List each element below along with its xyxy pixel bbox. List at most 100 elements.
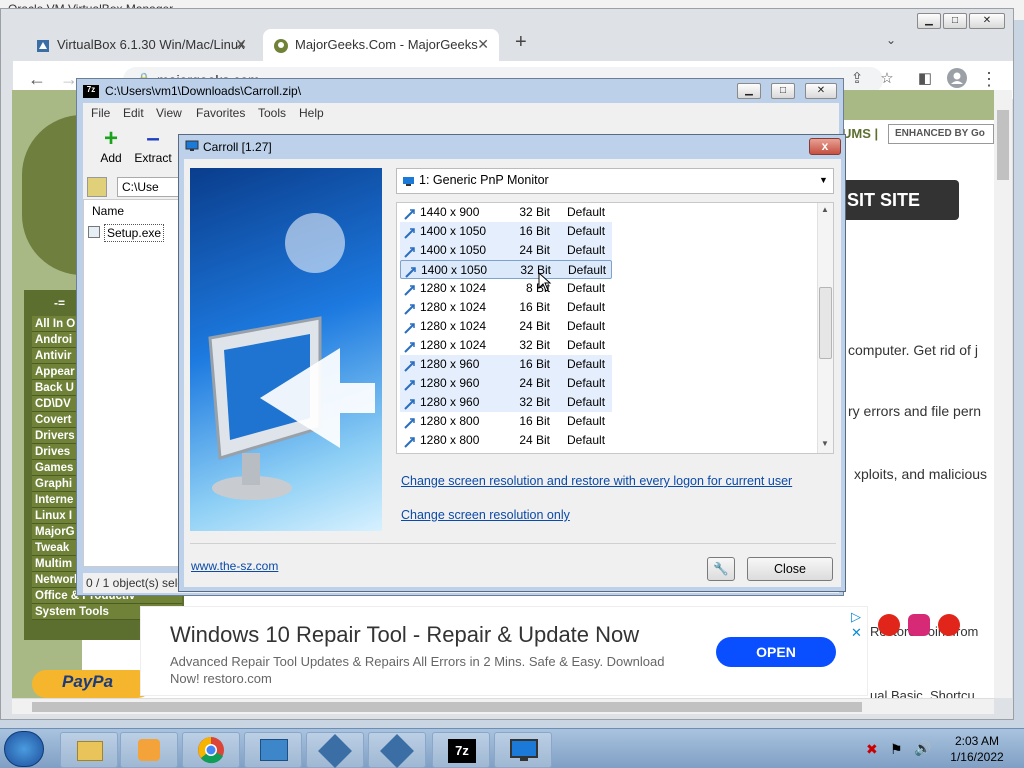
resize-icon: [404, 207, 415, 220]
profile-avatar[interactable]: [945, 68, 969, 92]
scroll-up-arrow-icon[interactable]: ▲: [821, 205, 829, 214]
social-icons: [878, 614, 988, 636]
close-tab-icon[interactable]: ✕: [477, 36, 489, 53]
virtualbox-taskbar-button[interactable]: [368, 732, 426, 768]
resolution-row-selected[interactable]: 1400 x 1050 32 Bit Default: [400, 260, 612, 279]
back-icon[interactable]: ←: [25, 68, 49, 92]
menu-tools[interactable]: Tools: [258, 106, 286, 120]
resolution-row[interactable]: 1400 x 1050 16 Bit Default: [400, 222, 612, 241]
maximize-button[interactable]: □: [771, 83, 795, 99]
color-depth: 32 Bit: [519, 395, 550, 409]
instagram-icon[interactable]: [908, 614, 930, 636]
menu-kebab-icon[interactable]: ⋮: [977, 68, 1001, 92]
carroll-taskbar-button[interactable]: [494, 732, 552, 768]
minus-icon: –: [146, 125, 160, 152]
explorer-taskbar-button[interactable]: [60, 732, 118, 768]
ad-banner[interactable]: Windows 10 Repair Tool - Repair & Update…: [140, 606, 868, 696]
site-search-input[interactable]: ENHANCED BY Go: [888, 124, 994, 144]
ad-title[interactable]: Windows 10 Repair Tool - Repair & Update…: [170, 622, 639, 648]
resolution-value: 1400 x 1050: [421, 263, 488, 277]
page-scrollbar[interactable]: [994, 90, 1012, 698]
resolution-list[interactable]: 1440 x 900 32 Bit Default 1400 x 1050 16 Bi…: [396, 202, 834, 454]
resolution-row[interactable]: 1280 x 1024 16 Bit Default: [400, 298, 612, 317]
paypal-logo[interactable]: PayPa: [32, 670, 152, 698]
action-center-icon[interactable]: ⚑: [890, 741, 903, 758]
start-button[interactable]: [4, 731, 44, 767]
tab-majorgeeks[interactable]: MajorGeeks.Com - MajorGeeks ✕: [263, 29, 499, 61]
up-folder-icon[interactable]: [87, 177, 107, 197]
visit-site-button[interactable]: ISIT SITE: [842, 180, 959, 220]
volume-icon[interactable]: 🔊: [914, 740, 931, 757]
horizontal-scrollbar[interactable]: [12, 698, 994, 714]
close-icon[interactable]: x: [809, 138, 841, 155]
resize-icon: [404, 416, 415, 429]
close-button[interactable]: ✕: [805, 83, 837, 99]
tab-virtualbox[interactable]: VirtualBox 6.1.30 Win/Mac/Linux ✕: [25, 29, 257, 61]
resolution-value: 1280 x 800: [420, 433, 480, 447]
new-tab-button[interactable]: +: [515, 31, 527, 54]
menu-view[interactable]: View: [156, 106, 182, 120]
minimize-button[interactable]: ▁: [917, 13, 941, 29]
menu-edit[interactable]: Edit: [123, 106, 144, 120]
forums-link[interactable]: UMS |: [842, 126, 878, 141]
menu-favorites[interactable]: Favorites: [196, 106, 245, 120]
youtube-icon[interactable]: [878, 614, 900, 636]
resolution-row[interactable]: 1280 x 1024 24 Bit Default: [400, 317, 612, 336]
clock[interactable]: 2:03 AM 1/16/2022: [942, 733, 1012, 765]
resolution-row[interactable]: 1280 x 800 24 Bit Default: [400, 431, 612, 450]
extract-button[interactable]: – Extract: [131, 125, 175, 166]
resolution-value: 1280 x 960: [420, 376, 480, 390]
ad-close-icon[interactable]: ▷ ✕: [851, 609, 867, 641]
tab-title: MajorGeeks.Com - MajorGeeks: [295, 37, 478, 52]
resolution-row[interactable]: 1280 x 1024 32 Bit Default: [400, 336, 612, 355]
settings-wrench-button[interactable]: 🔧: [707, 557, 735, 581]
add-button[interactable]: + Add: [91, 127, 131, 166]
resolution-row[interactable]: 1280 x 800 16 Bit Default: [400, 412, 612, 431]
scroll-down-arrow-icon[interactable]: ▼: [821, 439, 829, 448]
website-link[interactable]: www.the-sz.com: [191, 559, 278, 573]
close-tab-icon[interactable]: ✕: [235, 36, 247, 53]
share-icon[interactable]: ⇪: [845, 68, 869, 92]
ad-open-button[interactable]: OPEN: [716, 637, 836, 667]
7zip-taskbar-button[interactable]: 7z: [432, 732, 490, 768]
network-warning-icon[interactable]: ✖: [866, 741, 878, 758]
column-header-name[interactable]: Name: [92, 204, 124, 218]
resolution-row[interactable]: 1440 x 900 32 Bit Default: [400, 203, 612, 222]
change-resolution-only-link[interactable]: Change screen resolution only: [401, 508, 570, 522]
scroll-thumb[interactable]: [32, 702, 862, 712]
ad-description: Advanced Repair Tool Updates & Repairs A…: [170, 654, 665, 686]
scroll-thumb[interactable]: [997, 110, 1009, 180]
close-button[interactable]: ✕: [969, 13, 1005, 29]
change-resolution-restore-link[interactable]: Change screen resolution and restore wit…: [401, 474, 792, 488]
resolution-value: 1280 x 960: [420, 395, 480, 409]
chrome-taskbar-button[interactable]: [182, 732, 240, 768]
tab-search-icon[interactable]: ⌄: [886, 33, 896, 47]
resolution-row[interactable]: 1280 x 960 16 Bit Default: [400, 355, 612, 374]
youtube-icon[interactable]: [938, 614, 960, 636]
menu-file[interactable]: File: [91, 106, 110, 120]
monitor-icon: [510, 739, 538, 761]
resolution-row[interactable]: 1280 x 960 32 Bit Default: [400, 393, 612, 412]
virtualbox-icon: [380, 734, 414, 768]
window-title: C:\Users\vm1\Downloads\Carroll.zip\: [105, 84, 302, 98]
path-input[interactable]: C:\Use: [117, 177, 185, 197]
resolution-value: 1440 x 900: [420, 205, 480, 219]
list-item[interactable]: Setup.exe: [104, 224, 165, 242]
list-scrollbar[interactable]: ▲ ▼: [817, 203, 833, 453]
close-button[interactable]: Close: [747, 557, 833, 581]
minimize-button[interactable]: ▁: [737, 83, 761, 99]
side-panel-icon[interactable]: ◧: [913, 68, 937, 92]
menu-help[interactable]: Help: [299, 106, 324, 120]
maximize-button[interactable]: □: [943, 13, 967, 29]
control-panel-taskbar-button[interactable]: [244, 732, 302, 768]
monitor-select[interactable]: 1: Generic PnP Monitor ▼: [396, 168, 834, 194]
bookmark-star-icon[interactable]: ☆: [875, 68, 899, 92]
refresh-rate: Default: [567, 300, 606, 314]
virtualbox-taskbar-button[interactable]: [306, 732, 364, 768]
scroll-thumb[interactable]: [819, 287, 832, 359]
resolution-row[interactable]: 1280 x 1024 8 Bit Default: [400, 279, 612, 298]
dropdown-arrow-icon[interactable]: ▼: [819, 175, 828, 185]
resolution-row[interactable]: 1280 x 960 24 Bit Default: [400, 374, 612, 393]
media-player-taskbar-button[interactable]: [120, 732, 178, 768]
resolution-row[interactable]: 1400 x 1050 24 Bit Default: [400, 241, 612, 260]
